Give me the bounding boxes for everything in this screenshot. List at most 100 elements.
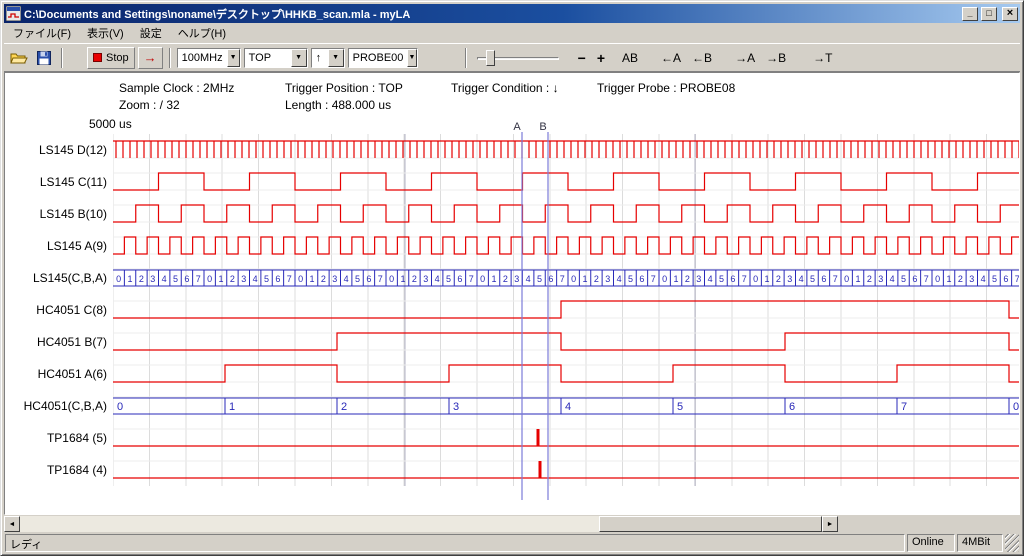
menubar: ファイル(F) 表示(V) 設定 ヘルプ(H): [4, 23, 1020, 43]
svg-text:5: 5: [677, 401, 683, 413]
svg-text:2: 2: [867, 274, 872, 284]
svg-text:0: 0: [298, 274, 303, 284]
probe-select[interactable]: PROBE00 ▼: [348, 48, 418, 68]
titlebar[interactable]: C:\Documents and Settings\noname\デスクトップ\…: [4, 4, 1020, 23]
svg-text:5: 5: [992, 274, 997, 284]
sample-clock-info: Sample Clock : 2MHz: [119, 81, 285, 98]
zoom-slider-thumb[interactable]: [486, 50, 495, 66]
svg-text:2: 2: [594, 274, 599, 284]
menu-item-view[interactable]: 表示(V): [79, 22, 132, 44]
channel-label: LS145 A(9): [47, 238, 107, 254]
svg-text:1: 1: [128, 274, 133, 284]
menu-item-help[interactable]: ヘルプ(H): [170, 22, 234, 44]
svg-text:0: 0: [1013, 401, 1019, 413]
svg-text:2: 2: [503, 274, 508, 284]
scroll-right-icon[interactable]: ►: [822, 516, 838, 532]
svg-text:7: 7: [560, 274, 565, 284]
horizontal-scrollbar[interactable]: ◄ ►: [4, 516, 838, 532]
set-marker-a-button[interactable]: →A: [731, 48, 759, 68]
svg-text:3: 3: [696, 274, 701, 284]
svg-text:2: 2: [958, 274, 963, 284]
channel-label: HC4051 A(6): [38, 366, 107, 382]
trigger-position-info: Trigger Position : TOP: [285, 81, 451, 98]
chevron-down-icon[interactable]: ▼: [291, 49, 307, 67]
chevron-down-icon[interactable]: ▼: [407, 49, 416, 67]
trigger-probe-info: Trigger Probe : PROBE08: [597, 81, 735, 98]
svg-text:1: 1: [492, 274, 497, 284]
close-button[interactable]: ×: [1002, 7, 1018, 21]
chevron-down-icon[interactable]: ▼: [328, 49, 344, 67]
svg-text:4: 4: [526, 274, 531, 284]
svg-text:4: 4: [344, 274, 349, 284]
scrollbar-thumb[interactable]: [599, 516, 822, 532]
svg-text:6: 6: [275, 274, 280, 284]
trigger-position-select[interactable]: TOP ▼: [244, 48, 308, 68]
zoom-in-button[interactable]: +: [593, 48, 609, 68]
sample-clock-value: 100MHz: [178, 49, 227, 67]
toolbar: Stop → 100MHz ▼ TOP ▼ ↑ ▼ PROBE00 ▼ − + …: [4, 43, 1020, 72]
svg-text:4: 4: [162, 274, 167, 284]
svg-text:3: 3: [605, 274, 610, 284]
scroll-left-icon[interactable]: ◄: [4, 516, 20, 532]
marker-label: A: [513, 121, 521, 133]
svg-text:5: 5: [810, 274, 815, 284]
svg-text:0: 0: [662, 274, 667, 284]
svg-text:3: 3: [241, 274, 246, 284]
menu-item-file[interactable]: ファイル(F): [5, 22, 79, 44]
svg-text:3: 3: [878, 274, 883, 284]
svg-text:3: 3: [332, 274, 337, 284]
svg-text:7: 7: [651, 274, 656, 284]
goto-trigger-button[interactable]: →T: [809, 48, 836, 68]
goto-marker-a-button[interactable]: ←A: [657, 48, 685, 68]
save-button[interactable]: [33, 48, 55, 68]
toolbar-separator: [465, 48, 467, 68]
menu-item-settings[interactable]: 設定: [132, 22, 170, 44]
waveform-section: 5000 us LS145 D(12)LS145 C(11)LS145 B(10…: [5, 118, 1019, 512]
svg-text:0: 0: [116, 274, 121, 284]
run-button[interactable]: →: [138, 47, 163, 69]
svg-text:2: 2: [341, 401, 347, 413]
zoom-slider[interactable]: [475, 48, 561, 68]
svg-text:1: 1: [856, 274, 861, 284]
svg-text:6: 6: [789, 401, 795, 413]
svg-text:1: 1: [310, 274, 315, 284]
open-file-button[interactable]: [8, 48, 30, 68]
chevron-down-icon[interactable]: ▼: [227, 49, 240, 67]
svg-text:1: 1: [947, 274, 952, 284]
status-online-badge: Online: [907, 534, 955, 552]
sample-clock-select[interactable]: 100MHz ▼: [177, 48, 241, 68]
trigger-condition-info: Trigger Condition : ↓: [451, 81, 597, 98]
channel-label: LS145(C,B,A): [33, 270, 107, 286]
svg-text:4: 4: [981, 274, 986, 284]
svg-text:4: 4: [617, 274, 622, 284]
ab-span-button[interactable]: AB: [618, 48, 642, 68]
svg-text:7: 7: [924, 274, 929, 284]
trigger-edge-select[interactable]: ↑ ▼: [311, 48, 345, 68]
svg-text:6: 6: [1003, 274, 1008, 284]
channel-label: HC4051 C(8): [36, 302, 107, 318]
folder-open-icon: [10, 51, 28, 65]
capture-info: Sample Clock : 2MHz Trigger Position : T…: [5, 73, 1019, 115]
svg-text:6: 6: [457, 274, 462, 284]
minimize-button[interactable]: _: [962, 7, 978, 21]
svg-text:3: 3: [969, 274, 974, 284]
app-window: C:\Documents and Settings\noname\デスクトップ\…: [0, 0, 1024, 556]
svg-text:7: 7: [833, 274, 838, 284]
svg-text:0: 0: [389, 274, 394, 284]
svg-text:5: 5: [901, 274, 906, 284]
svg-text:3: 3: [150, 274, 155, 284]
channel-label: LS145 B(10): [40, 206, 107, 222]
channel-label: LS145 D(12): [39, 142, 107, 158]
svg-text:5: 5: [264, 274, 269, 284]
waveform-plot[interactable]: 0123456701234567012345670123456701234567…: [113, 118, 1020, 510]
stop-button[interactable]: Stop: [87, 47, 135, 69]
zoom-out-button[interactable]: −: [574, 48, 590, 68]
waveform-client-area: Sample Clock : 2MHz Trigger Position : T…: [4, 72, 1020, 515]
goto-marker-b-button[interactable]: ←B: [688, 48, 716, 68]
set-marker-b-button[interactable]: →B: [762, 48, 790, 68]
svg-text:0: 0: [935, 274, 940, 284]
svg-text:7: 7: [742, 274, 747, 284]
run-arrow-icon: →: [144, 50, 157, 65]
resize-grip[interactable]: [1005, 534, 1019, 552]
maximize-button[interactable]: □: [981, 7, 997, 21]
